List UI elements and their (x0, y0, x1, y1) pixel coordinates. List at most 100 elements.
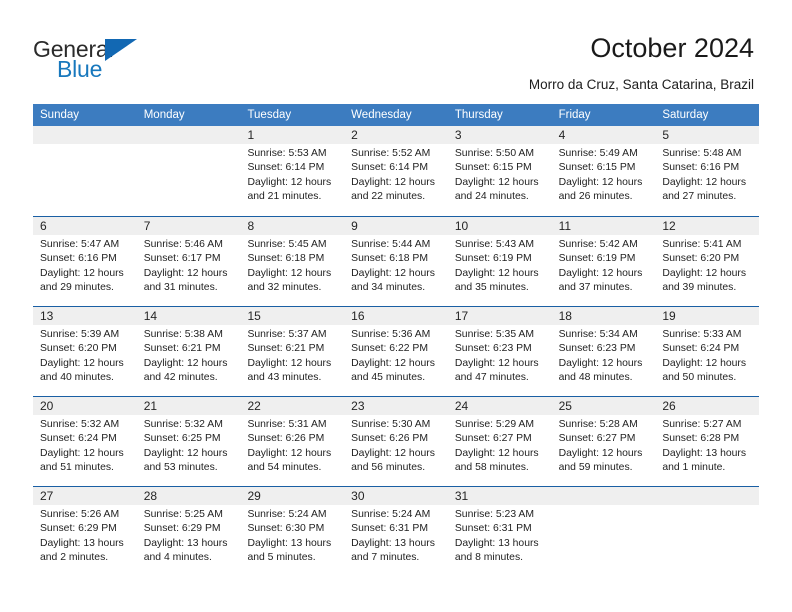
day-number: 4 (558, 128, 566, 142)
day-number: 1 (247, 128, 255, 142)
day-details: Sunrise: 5:43 AM Sunset: 6:19 PM Daylight:… (455, 238, 548, 296)
day-details: Sunrise: 5:33 AM Sunset: 6:24 PM Daylight:… (662, 328, 755, 386)
calendar-day-cell[interactable]: 6 Sunrise: 5:47 AM Sunset: 6:16 PM Daylight… (33, 217, 137, 306)
calendar-day-cell[interactable]: 22 Sunrise: 5:31 AM Sunset: 6:26 PM Dayligh… (240, 397, 345, 486)
sunrise-text: Sunrise: 5:25 AM (143, 509, 223, 520)
calendar-day-cell[interactable]: 1 Sunrise: 5:53 AM Sunset: 6:14 PM Daylight… (240, 126, 345, 216)
sunrise-text: Sunrise: 5:39 AM (40, 329, 120, 340)
day-number: 22 (247, 399, 261, 413)
sunrise-text: Sunrise: 5:36 AM (351, 329, 431, 340)
day-details: Sunrise: 5:26 AM Sunset: 6:29 PM Daylight:… (40, 508, 133, 566)
calendar-day-cell[interactable]: 7 Sunrise: 5:46 AM Sunset: 6:17 PM Daylight… (136, 217, 241, 306)
day-number-band (655, 487, 760, 505)
day-number: 8 (247, 219, 255, 233)
calendar-day-cell[interactable]: 27 Sunrise: 5:26 AM Sunset: 6:29 PM Dayligh… (33, 487, 137, 576)
calendar-day-cell[interactable]: 30 Sunrise: 5:24 AM Sunset: 6:31 PM Dayligh… (344, 487, 448, 576)
day-number: 21 (143, 399, 158, 413)
sunset-text: Sunset: 6:31 PM (454, 523, 532, 535)
sunset-text: Sunset: 6:21 PM (247, 343, 325, 355)
weekday-header-wednesday: Wednesday (351, 109, 412, 121)
calendar-day-cell[interactable]: 15 Sunrise: 5:37 AM Sunset: 6:21 PM Dayligh… (240, 307, 345, 396)
sunrise-text: Sunrise: 5:46 AM (143, 239, 223, 250)
day-number: 29 (247, 489, 261, 503)
sunset-text: Sunset: 6:26 PM (247, 433, 325, 445)
daylight-text: Daylight: 12 hours and 32 minutes. (247, 267, 332, 294)
day-number: 10 (454, 219, 469, 233)
day-number: 13 (40, 309, 54, 323)
weekday-header-friday: Friday (558, 109, 591, 121)
sunrise-text: Sunrise: 5:32 AM (143, 419, 223, 430)
calendar-day-cell[interactable]: 26 Sunrise: 5:27 AM Sunset: 6:28 PM Dayligh… (655, 397, 760, 486)
calendar-day-cell[interactable]: 25 Sunrise: 5:28 AM Sunset: 6:27 PM Dayligh… (551, 397, 656, 486)
sunset-text: Sunset: 6:19 PM (558, 253, 636, 265)
calendar-day-cell[interactable]: 17 Sunrise: 5:35 AM Sunset: 6:23 PM Dayligh… (447, 307, 552, 396)
calendar-week-row: 20 Sunrise: 5:32 AM Sunset: 6:24 PM Dayligh… (33, 396, 760, 486)
day-number: 5 (662, 128, 669, 142)
sunrise-text: Sunrise: 5:53 AM (247, 148, 327, 159)
day-number: 28 (143, 489, 158, 503)
daylight-text: Daylight: 12 hours and 34 minutes. (351, 267, 435, 294)
calendar-day-cell[interactable]: 2 Sunrise: 5:52 AM Sunset: 6:14 PM Daylight… (344, 126, 448, 216)
sunset-text: Sunset: 6:24 PM (40, 433, 117, 445)
calendar-day-cell[interactable]: 9 Sunrise: 5:44 AM Sunset: 6:18 PM Daylight… (344, 217, 448, 306)
daylight-text: Daylight: 12 hours and 58 minutes. (454, 447, 539, 474)
calendar-day-cell[interactable]: 4 Sunrise: 5:49 AM Sunset: 6:15 PM Daylight… (551, 126, 656, 216)
sunset-text: Sunset: 6:25 PM (143, 433, 221, 445)
sunset-text: Sunset: 6:15 PM (558, 162, 636, 174)
calendar-day-cell[interactable]: 10 Sunrise: 5:43 AM Sunset: 6:19 PM Dayligh… (447, 217, 552, 306)
day-details: Sunrise: 5:28 AM Sunset: 6:27 PM Daylight:… (559, 418, 652, 476)
daylight-text: Daylight: 12 hours and 21 minutes. (247, 176, 332, 203)
triangle-icon (105, 39, 137, 61)
calendar-day-cell[interactable]: 21 Sunrise: 5:32 AM Sunset: 6:25 PM Dayligh… (136, 397, 241, 486)
day-number-band (344, 126, 448, 144)
day-details: Sunrise: 5:31 AM Sunset: 6:26 PM Daylight:… (247, 418, 340, 476)
calendar-table: Sunday Monday Tuesday Wednesday Thursday… (33, 104, 760, 576)
sunrise-text: Sunrise: 5:48 AM (662, 148, 742, 159)
day-number: 24 (454, 399, 469, 413)
sunset-text: Sunset: 6:24 PM (662, 343, 740, 355)
daylight-text: Daylight: 12 hours and 54 minutes. (247, 447, 332, 474)
brand-logo[interactable]: General Blue (33, 36, 233, 84)
sunrise-text: Sunrise: 5:34 AM (558, 329, 638, 340)
day-details: Sunrise: 5:44 AM Sunset: 6:18 PM Daylight:… (351, 238, 444, 296)
daylight-text: Daylight: 12 hours and 47 minutes. (454, 357, 539, 384)
calendar-day-cell-empty (551, 487, 656, 576)
daylight-text: Daylight: 12 hours and 45 minutes. (351, 357, 435, 384)
sunrise-text: Sunrise: 5:45 AM (247, 239, 327, 250)
calendar-day-cell[interactable]: 19 Sunrise: 5:33 AM Sunset: 6:24 PM Dayligh… (655, 307, 760, 396)
weekday-header-tuesday: Tuesday (247, 109, 292, 121)
sunset-text: Sunset: 6:21 PM (143, 343, 221, 355)
day-number: 23 (351, 399, 365, 413)
day-number-band (447, 126, 552, 144)
daylight-text: Daylight: 13 hours and 8 minutes. (454, 537, 539, 564)
calendar-day-cell[interactable]: 24 Sunrise: 5:29 AM Sunset: 6:27 PM Dayligh… (447, 397, 552, 486)
calendar-day-cell[interactable]: 20 Sunrise: 5:32 AM Sunset: 6:24 PM Dayligh… (33, 397, 137, 486)
calendar-day-cell[interactable]: 29 Sunrise: 5:24 AM Sunset: 6:30 PM Dayligh… (240, 487, 345, 576)
sunset-text: Sunset: 6:29 PM (143, 523, 221, 535)
daylight-text: Daylight: 12 hours and 27 minutes. (662, 176, 747, 203)
calendar-day-cell[interactable]: 14 Sunrise: 5:38 AM Sunset: 6:21 PM Dayligh… (136, 307, 241, 396)
day-details: Sunrise: 5:52 AM Sunset: 6:14 PM Daylight:… (351, 147, 444, 205)
calendar-day-cell[interactable]: 18 Sunrise: 5:34 AM Sunset: 6:23 PM Dayligh… (551, 307, 656, 396)
calendar-day-cell[interactable]: 28 Sunrise: 5:25 AM Sunset: 6:29 PM Dayligh… (136, 487, 241, 576)
day-details: Sunrise: 5:41 AM Sunset: 6:20 PM Daylight:… (662, 238, 755, 296)
sunset-text: Sunset: 6:17 PM (143, 253, 221, 265)
calendar-day-cell[interactable]: 12 Sunrise: 5:41 AM Sunset: 6:20 PM Dayligh… (655, 217, 760, 306)
calendar-day-cell[interactable]: 31 Sunrise: 5:23 AM Sunset: 6:31 PM Dayligh… (447, 487, 552, 576)
day-details: Sunrise: 5:47 AM Sunset: 6:16 PM Daylight:… (40, 238, 133, 296)
calendar-day-cell[interactable]: 23 Sunrise: 5:30 AM Sunset: 6:26 PM Dayligh… (344, 397, 448, 486)
day-details: Sunrise: 5:24 AM Sunset: 6:31 PM Daylight:… (351, 508, 444, 566)
day-number-band (33, 126, 137, 144)
sunset-text: Sunset: 6:20 PM (40, 343, 117, 355)
daylight-text: Daylight: 12 hours and 29 minutes. (40, 267, 124, 294)
sunset-text: Sunset: 6:14 PM (351, 162, 428, 174)
calendar-day-cell-empty (136, 126, 241, 216)
calendar-day-cell[interactable]: 16 Sunrise: 5:36 AM Sunset: 6:22 PM Dayligh… (344, 307, 448, 396)
calendar-day-cell[interactable]: 3 Sunrise: 5:50 AM Sunset: 6:15 PM Daylight… (447, 126, 552, 216)
calendar-week-row: 6 Sunrise: 5:47 AM Sunset: 6:16 PM Daylight… (33, 216, 760, 306)
calendar-day-cell[interactable]: 13 Sunrise: 5:39 AM Sunset: 6:20 PM Dayligh… (33, 307, 137, 396)
calendar-day-cell[interactable]: 8 Sunrise: 5:45 AM Sunset: 6:18 PM Daylight… (240, 217, 345, 306)
day-number: 16 (351, 309, 365, 323)
calendar-day-cell[interactable]: 11 Sunrise: 5:42 AM Sunset: 6:19 PM Dayligh… (551, 217, 656, 306)
calendar-day-cell[interactable]: 5 Sunrise: 5:48 AM Sunset: 6:16 PM Daylight… (655, 126, 760, 216)
